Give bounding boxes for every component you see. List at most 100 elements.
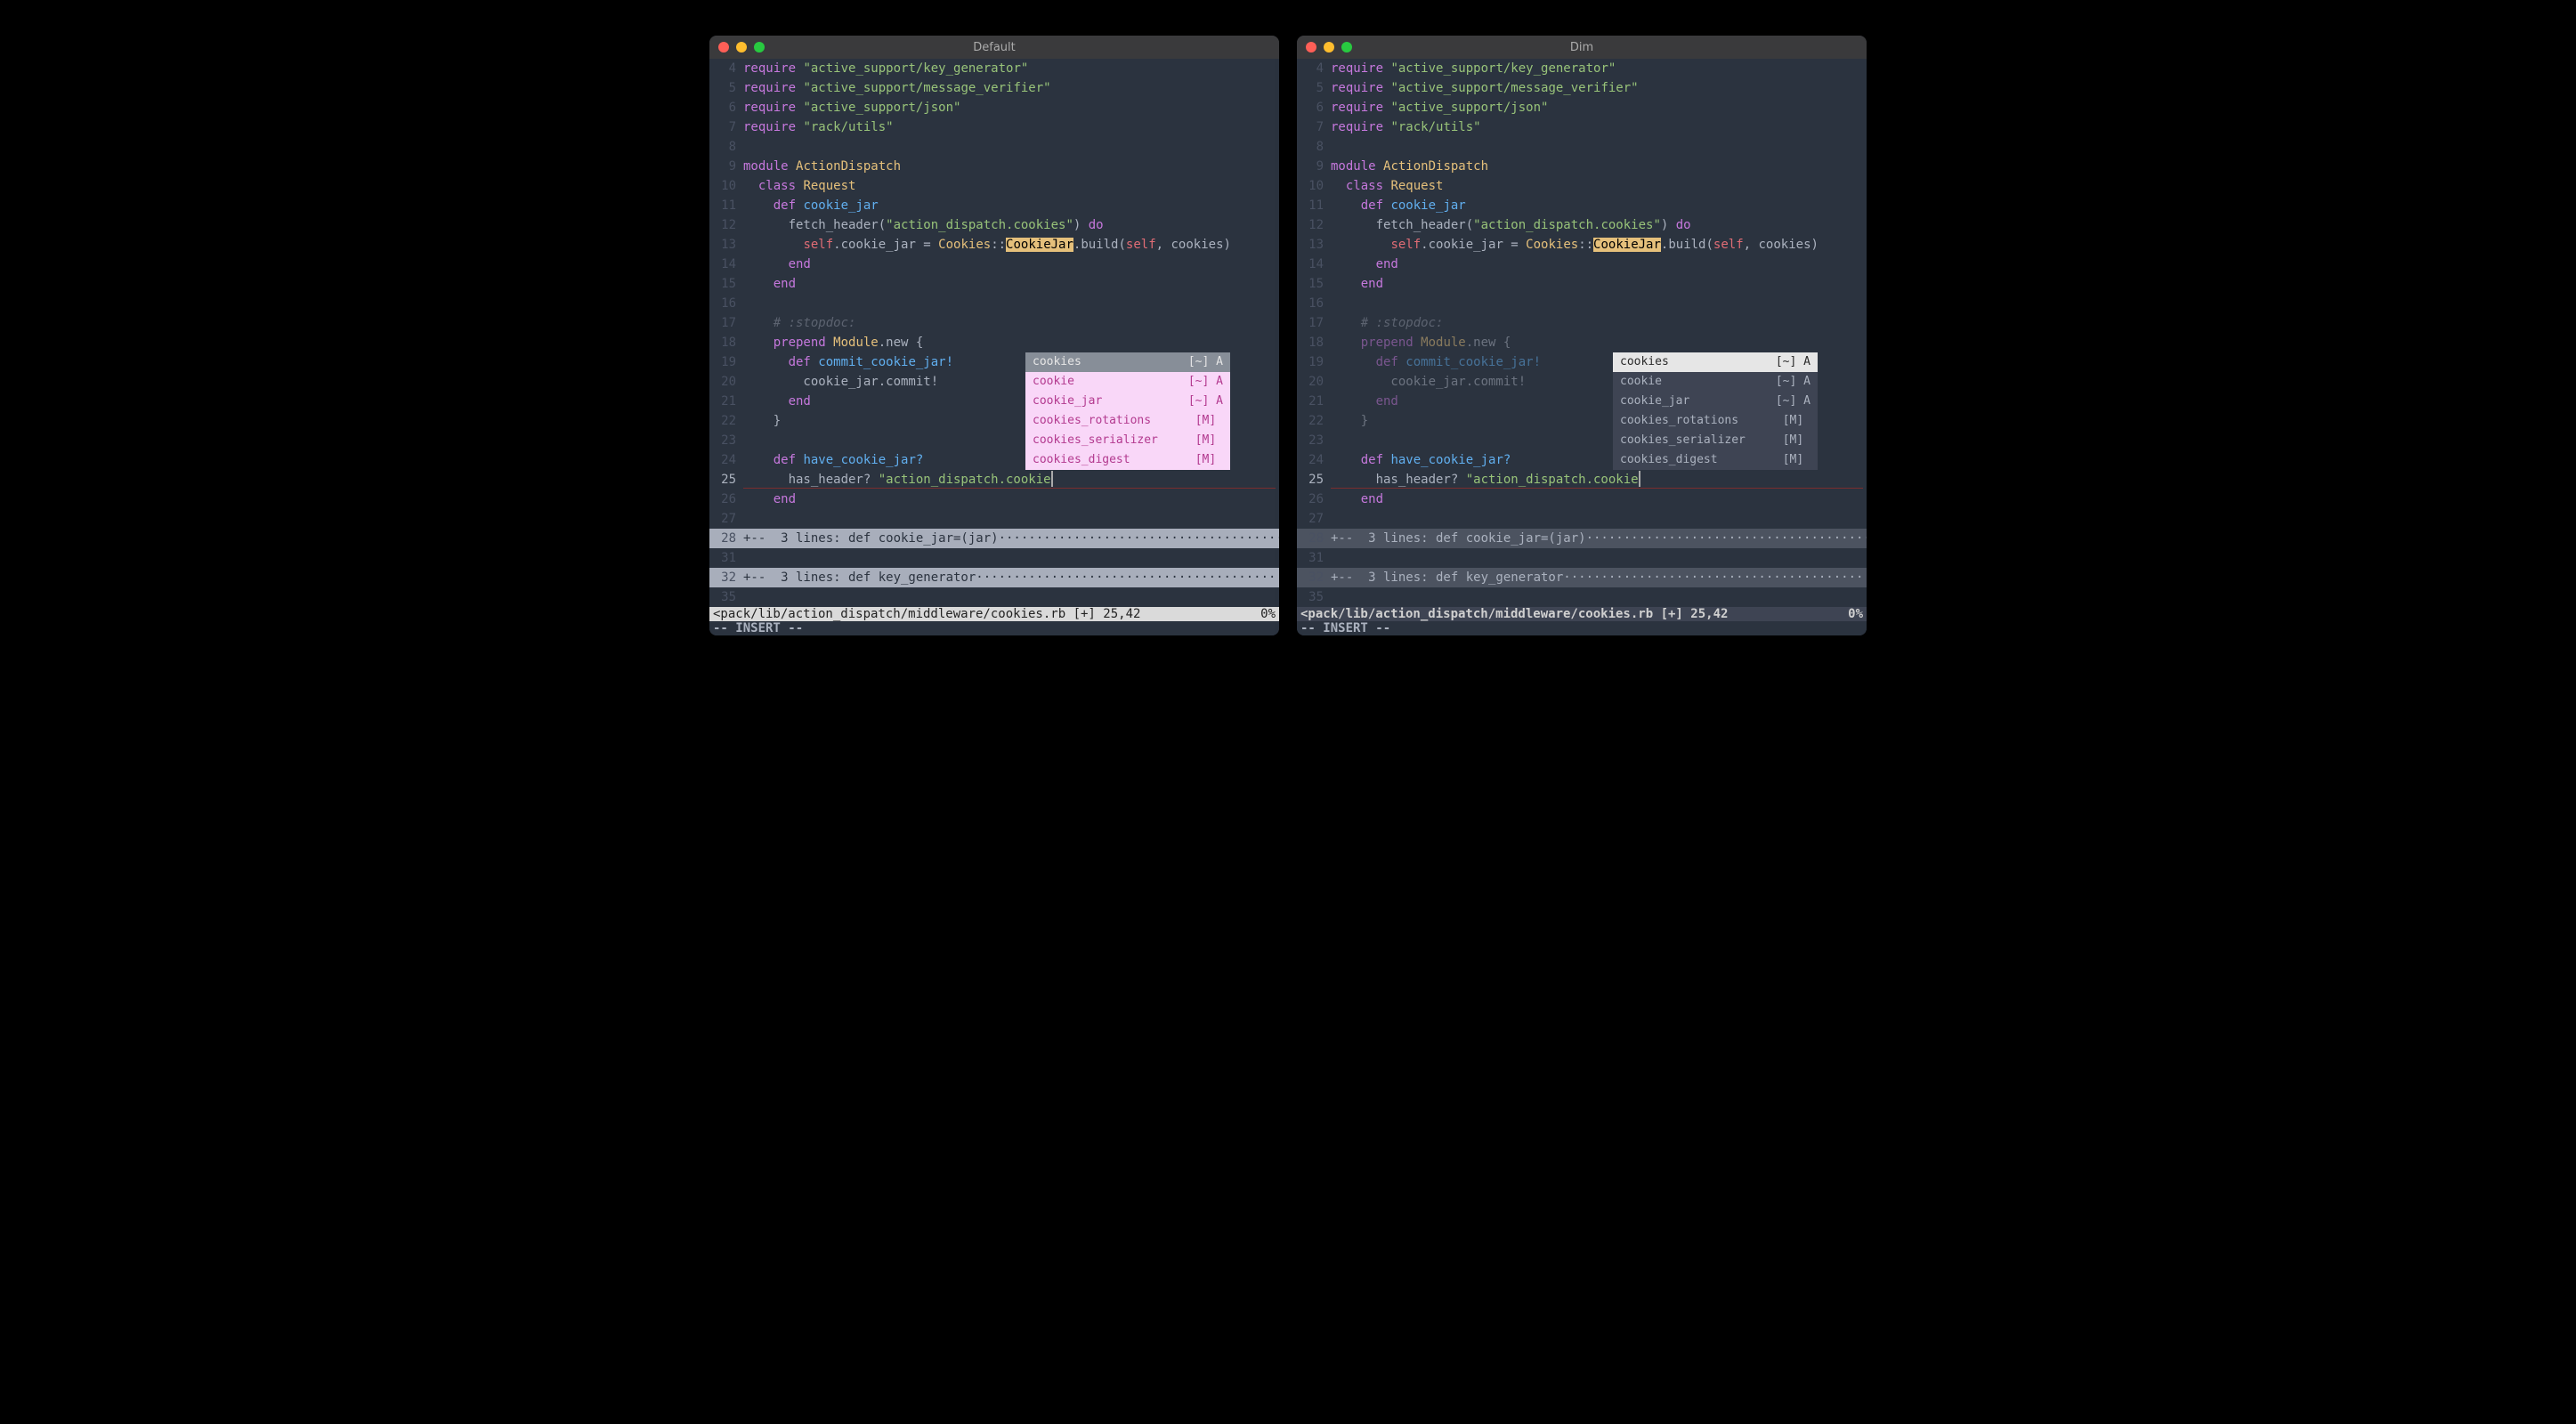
- completion-item[interactable]: cookies[~] A: [1025, 352, 1230, 372]
- code-line[interactable]: 6require "active_support/json": [709, 98, 1279, 117]
- code-content[interactable]: [1331, 294, 1867, 313]
- code-line[interactable]: 13 self.cookie_jar = Cookies::CookieJar.…: [709, 235, 1279, 255]
- code-line[interactable]: 9module ActionDispatch: [709, 157, 1279, 176]
- code-content[interactable]: class Request: [743, 176, 1279, 196]
- code-content[interactable]: # :stopdoc:: [1331, 313, 1867, 333]
- code-content[interactable]: def cookie_jar: [743, 196, 1279, 215]
- code-line[interactable]: 31: [709, 548, 1279, 568]
- fold-line[interactable]: 28+-- 3 lines: def cookie_jar=(jar)·····…: [1297, 529, 1867, 548]
- code-line[interactable]: 31: [1297, 548, 1867, 568]
- code-line[interactable]: 4require "active_support/key_generator": [1297, 59, 1867, 78]
- code-line[interactable]: 11 def cookie_jar: [1297, 196, 1867, 215]
- code-content[interactable]: require "active_support/json": [743, 98, 1279, 117]
- code-content[interactable]: end: [743, 255, 1279, 274]
- code-line[interactable]: 15 end: [1297, 274, 1867, 294]
- code-line[interactable]: 17 # :stopdoc:: [709, 313, 1279, 333]
- code-content[interactable]: [1331, 587, 1867, 607]
- code-line[interactable]: 25 has_header? "action_dispatch.cookie: [709, 470, 1279, 490]
- code-content[interactable]: module ActionDispatch: [743, 157, 1279, 176]
- code-line[interactable]: 7require "rack/utils": [1297, 117, 1867, 137]
- code-content[interactable]: require "active_support/message_verifier…: [743, 78, 1279, 98]
- completion-item[interactable]: cookies_serializer[M]: [1613, 431, 1818, 450]
- code-content[interactable]: [743, 509, 1279, 529]
- code-content[interactable]: [1331, 509, 1867, 529]
- completion-item[interactable]: cookie[~] A: [1613, 372, 1818, 392]
- code-content[interactable]: fetch_header("action_dispatch.cookies") …: [1331, 215, 1867, 235]
- code-content[interactable]: require "active_support/key_generator": [1331, 59, 1867, 78]
- code-content[interactable]: has_header? "action_dispatch.cookie: [1331, 470, 1867, 490]
- completion-item[interactable]: cookies_digest[M]: [1025, 450, 1230, 470]
- code-content[interactable]: end: [1331, 490, 1867, 509]
- code-content[interactable]: [1331, 548, 1867, 568]
- code-line[interactable]: 35: [1297, 587, 1867, 607]
- code-content[interactable]: self.cookie_jar = Cookies::CookieJar.bui…: [743, 235, 1279, 255]
- code-line[interactable]: 25 has_header? "action_dispatch.cookie: [1297, 470, 1867, 490]
- code-content[interactable]: end: [743, 274, 1279, 294]
- completion-popup[interactable]: cookies[~] Acookie[~] Acookie_jar[~] Aco…: [1613, 352, 1818, 470]
- code-content[interactable]: end: [743, 490, 1279, 509]
- code-line[interactable]: 27: [1297, 509, 1867, 529]
- code-line[interactable]: 14 end: [709, 255, 1279, 274]
- completion-item[interactable]: cookie_jar[~] A: [1613, 392, 1818, 411]
- fold-text[interactable]: +-- 3 lines: def cookie_jar=(jar)·······…: [1331, 529, 1867, 548]
- code-line[interactable]: 6require "active_support/json": [1297, 98, 1867, 117]
- code-line[interactable]: 27: [709, 509, 1279, 529]
- code-line[interactable]: 16: [1297, 294, 1867, 313]
- code-line[interactable]: 12 fetch_header("action_dispatch.cookies…: [1297, 215, 1867, 235]
- code-content[interactable]: fetch_header("action_dispatch.cookies") …: [743, 215, 1279, 235]
- completion-item[interactable]: cookies_digest[M]: [1613, 450, 1818, 470]
- code-content[interactable]: require "active_support/json": [1331, 98, 1867, 117]
- fold-text[interactable]: +-- 3 lines: def cookie_jar=(jar)·······…: [743, 529, 1279, 548]
- code-line[interactable]: 14 end: [1297, 255, 1867, 274]
- code-content[interactable]: class Request: [1331, 176, 1867, 196]
- code-content[interactable]: has_header? "action_dispatch.cookie: [743, 470, 1279, 490]
- code-line[interactable]: 12 fetch_header("action_dispatch.cookies…: [709, 215, 1279, 235]
- code-line[interactable]: 7require "rack/utils": [709, 117, 1279, 137]
- code-line[interactable]: 15 end: [709, 274, 1279, 294]
- fold-line[interactable]: 32+-- 3 lines: def key_generator········…: [709, 568, 1279, 587]
- fold-line[interactable]: 32+-- 3 lines: def key_generator········…: [1297, 568, 1867, 587]
- completion-popup[interactable]: cookies[~] Acookie[~] Acookie_jar[~] Aco…: [1025, 352, 1230, 470]
- code-content[interactable]: [743, 587, 1279, 607]
- code-line[interactable]: 17 # :stopdoc:: [1297, 313, 1867, 333]
- code-content[interactable]: def cookie_jar: [1331, 196, 1867, 215]
- code-line[interactable]: 11 def cookie_jar: [709, 196, 1279, 215]
- code-content[interactable]: [743, 548, 1279, 568]
- code-line[interactable]: 16: [709, 294, 1279, 313]
- code-content[interactable]: prepend Module.new {: [743, 333, 1279, 352]
- code-content[interactable]: module ActionDispatch: [1331, 157, 1867, 176]
- editor-area[interactable]: 4require "active_support/key_generator"5…: [1297, 59, 1867, 607]
- completion-item[interactable]: cookies_serializer[M]: [1025, 431, 1230, 450]
- code-content[interactable]: [1331, 137, 1867, 157]
- completion-item[interactable]: cookies[~] A: [1613, 352, 1818, 372]
- fold-text[interactable]: +-- 3 lines: def key_generator··········…: [743, 568, 1279, 587]
- code-line[interactable]: 35: [709, 587, 1279, 607]
- code-content[interactable]: require "rack/utils": [1331, 117, 1867, 137]
- titlebar[interactable]: Dim: [1297, 36, 1867, 59]
- code-line[interactable]: 5require "active_support/message_verifie…: [1297, 78, 1867, 98]
- code-content[interactable]: [743, 137, 1279, 157]
- code-line[interactable]: 8: [709, 137, 1279, 157]
- code-line[interactable]: 8: [1297, 137, 1867, 157]
- code-content[interactable]: end: [1331, 255, 1867, 274]
- code-line[interactable]: 9module ActionDispatch: [1297, 157, 1867, 176]
- completion-item[interactable]: cookies_rotations[M]: [1025, 411, 1230, 431]
- completion-item[interactable]: cookie_jar[~] A: [1025, 392, 1230, 411]
- fold-text[interactable]: +-- 3 lines: def key_generator··········…: [1331, 568, 1867, 587]
- code-line[interactable]: 26 end: [709, 490, 1279, 509]
- code-line[interactable]: 26 end: [1297, 490, 1867, 509]
- code-content[interactable]: self.cookie_jar = Cookies::CookieJar.bui…: [1331, 235, 1867, 255]
- code-line[interactable]: 13 self.cookie_jar = Cookies::CookieJar.…: [1297, 235, 1867, 255]
- code-line[interactable]: 10 class Request: [709, 176, 1279, 196]
- code-content[interactable]: require "active_support/message_verifier…: [1331, 78, 1867, 98]
- editor-area[interactable]: 4require "active_support/key_generator"5…: [709, 59, 1279, 607]
- completion-item[interactable]: cookies_rotations[M]: [1613, 411, 1818, 431]
- code-content[interactable]: [743, 294, 1279, 313]
- code-content[interactable]: # :stopdoc:: [743, 313, 1279, 333]
- code-line[interactable]: 4require "active_support/key_generator": [709, 59, 1279, 78]
- code-content[interactable]: end: [1331, 274, 1867, 294]
- code-line[interactable]: 5require "active_support/message_verifie…: [709, 78, 1279, 98]
- code-content[interactable]: require "rack/utils": [743, 117, 1279, 137]
- code-line[interactable]: 10 class Request: [1297, 176, 1867, 196]
- code-line[interactable]: 18 prepend Module.new {: [1297, 333, 1867, 352]
